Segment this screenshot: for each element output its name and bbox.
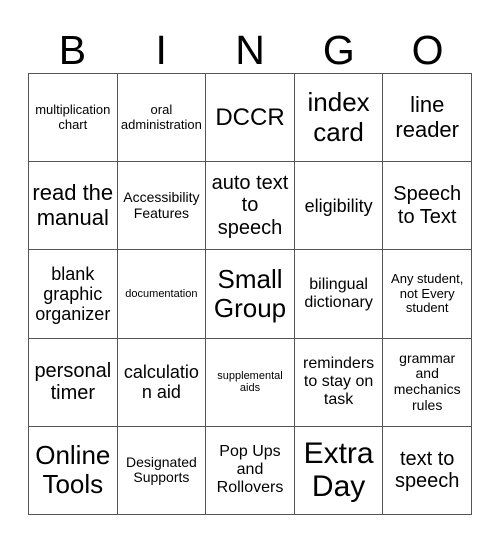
bingo-cell[interactable]: Pop Ups and Rollovers xyxy=(206,426,295,515)
bingo-header-letter-4: O xyxy=(411,27,444,73)
bingo-cell[interactable]: index card xyxy=(294,74,384,163)
bingo-cell[interactable]: Online Tools xyxy=(29,426,118,515)
bingo-cell[interactable]: DCCR xyxy=(206,74,295,163)
bingo-cell[interactable]: bilingual dictionary xyxy=(294,250,384,339)
bingo-cell-label: Pop Ups and Rollovers xyxy=(216,443,284,497)
bingo-cell[interactable]: line reader xyxy=(383,74,472,163)
bingo-cell[interactable]: personal timer xyxy=(29,338,118,427)
bingo-header-letter-1: I xyxy=(155,27,167,73)
bingo-cell[interactable]: documentation xyxy=(117,250,207,339)
bingo-cell[interactable]: Accessibility Features xyxy=(117,162,207,251)
bingo-cell-label: supplemental aids xyxy=(217,369,283,395)
bingo-header-letter-3: G xyxy=(322,27,355,73)
bingo-cell-label: auto text to speech xyxy=(211,171,289,240)
bingo-grid: multiplication chart oral administration D… xyxy=(28,73,472,515)
bingo-cell-label: documentation xyxy=(125,287,198,300)
bingo-cell[interactable]: Any student, not Every student xyxy=(383,250,472,339)
bingo-header-letter-0: B xyxy=(58,27,87,73)
bingo-cell-label: eligibility xyxy=(304,195,373,216)
bingo-cell-label: DCCR xyxy=(215,104,285,132)
bingo-cell-label: grammar and mechanics rules xyxy=(393,349,461,413)
bingo-cell[interactable]: Designated Supports xyxy=(117,426,207,515)
bingo-header-row: BINGO xyxy=(28,14,472,73)
bingo-cell-label: line reader xyxy=(395,91,459,142)
bingo-cell-label: multiplication chart xyxy=(35,101,111,132)
bingo-cell-label: Small Group xyxy=(213,263,287,323)
bingo-cell[interactable]: multiplication chart xyxy=(29,74,118,163)
bingo-cell[interactable]: read the manual xyxy=(29,162,118,251)
bingo-cell-label: Designated Supports xyxy=(125,453,197,486)
bingo-cell-label: Any student, not Every student xyxy=(391,270,464,316)
bingo-cell[interactable]: auto text to speech xyxy=(206,162,295,251)
bingo-cell-label: blank graphic organizer xyxy=(35,263,111,325)
bingo-cell[interactable]: Speech to Text xyxy=(383,162,472,251)
bingo-cell-label: oral administration xyxy=(120,101,202,132)
bingo-cell[interactable]: Small Group xyxy=(206,250,295,339)
bingo-cell-label: index card xyxy=(307,87,370,147)
bingo-cell[interactable]: supplemental aids xyxy=(206,338,295,427)
bingo-cell[interactable]: text to speech xyxy=(383,426,472,515)
bingo-cell-label: Speech to Text xyxy=(393,183,462,228)
bingo-cell-label: calculation aid xyxy=(123,361,199,403)
bingo-cell-label: read the manual xyxy=(32,179,114,230)
bingo-cell[interactable]: calculation aid xyxy=(117,338,207,427)
bingo-cell-label: text to speech xyxy=(394,447,460,493)
bingo-cell-label: Extra Day xyxy=(303,436,374,504)
bingo-cell[interactable]: grammar and mechanics rules xyxy=(383,338,472,427)
bingo-cell-label: bilingual dictionary xyxy=(304,275,373,311)
bingo-card: B I N G O multiplication chart oral administr… xyxy=(0,0,500,544)
bingo-cell-label: personal timer xyxy=(34,359,112,405)
bingo-cell[interactable]: blank graphic organizer xyxy=(29,250,118,339)
bingo-cell[interactable]: oral administration xyxy=(117,74,207,163)
bingo-cell-label: Online Tools xyxy=(35,440,111,500)
bingo-cell[interactable]: Extra Day xyxy=(294,426,384,515)
bingo-header-letter-2: N xyxy=(235,27,265,73)
bingo-cell[interactable]: reminders to stay on task xyxy=(294,338,384,427)
bingo-cell-label: reminders to stay on task xyxy=(303,355,375,409)
bingo-cell-label: Accessibility Features xyxy=(123,188,200,221)
bingo-cell[interactable]: eligibility xyxy=(294,162,384,251)
